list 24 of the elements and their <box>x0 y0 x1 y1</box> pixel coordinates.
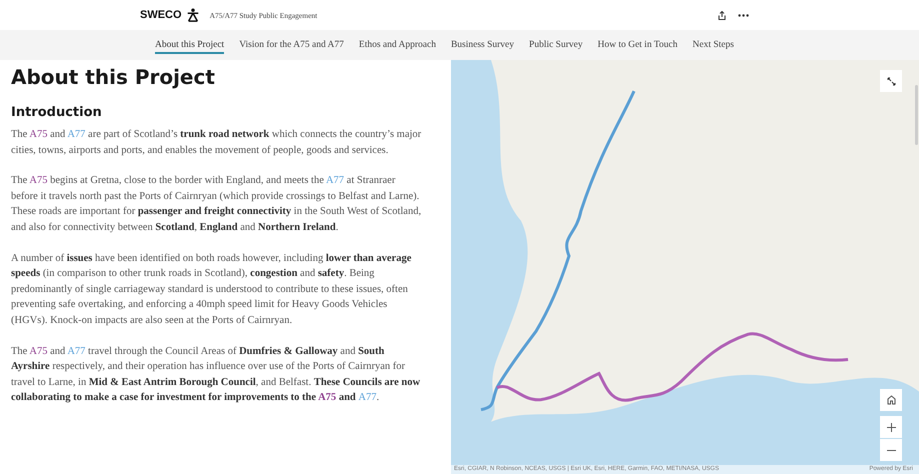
nav-tab[interactable]: Business Survey <box>450 36 514 54</box>
plus-icon <box>886 422 896 432</box>
nav-tab[interactable]: How to Get in Touch <box>598 36 678 54</box>
paragraph: A number of issues have been identified on both roads however, including lower than average speeds (in comparison to other trunk roads in Scotland), congestion and safety. Being predominantly of single carriageway standard is understood to contribute to these issues, often preventing safe overtaking, and enforcing a 40mph speed limit for Heavy Goods Vehicles (HGVs). Knock-on impacts are also seen at the Ports of Cairnryan. <box>11 252 412 328</box>
paragraph: The A75 and A77 travel through the Council Areas of Dumfries & Galloway and South Ayrshire respectively, and their operation has influence over use of the Ports of Cairnryan for travel to Larne, in Mid & East Antrim Borough Council, and Belfast. These Councils are now collaborating to make a case for investment for improvements to the A75 and A77. <box>11 344 422 406</box>
nav-tab[interactable]: About this Project <box>155 36 224 54</box>
person-logo-icon <box>186 8 200 22</box>
section-heading: Introduction <box>11 105 103 120</box>
page-heading: About this Project <box>11 65 216 89</box>
zoom-in-button[interactable] <box>880 416 902 438</box>
home-button[interactable] <box>880 389 902 411</box>
logo-text: SWECO <box>140 9 182 21</box>
paragraph: The A75 and A77 are part of Scotland’s trunk road network which connects the country’s major cities, towns, airports and ports, and enables the movement of people, goods and services. <box>11 128 422 158</box>
nav-tab[interactable]: Public Survey <box>529 36 583 54</box>
scrollbar-thumb[interactable] <box>915 85 918 145</box>
paragraph: The A75 begins at Gretna, close to the border with England, and meets the A77 at Stranraer before it travels north past the Ports of Cairnryan (which provide crossings to Belfast and Larne). These roads are important for passenger and freight connectivity in the South West of Scotland, and also for connectivity between Scotland, England and Northern Ireland. <box>11 174 422 235</box>
more-icon[interactable] <box>738 14 749 16</box>
expand-button[interactable] <box>880 70 902 92</box>
nav-tab[interactable]: Next Steps <box>692 36 734 54</box>
nav-tab[interactable]: Ethos and Approach <box>358 36 436 54</box>
nav-tab[interactable]: Vision for the A75 and A77 <box>239 36 344 54</box>
share-icon[interactable] <box>718 10 726 20</box>
home-icon <box>886 395 896 405</box>
expand-icon <box>886 76 896 86</box>
